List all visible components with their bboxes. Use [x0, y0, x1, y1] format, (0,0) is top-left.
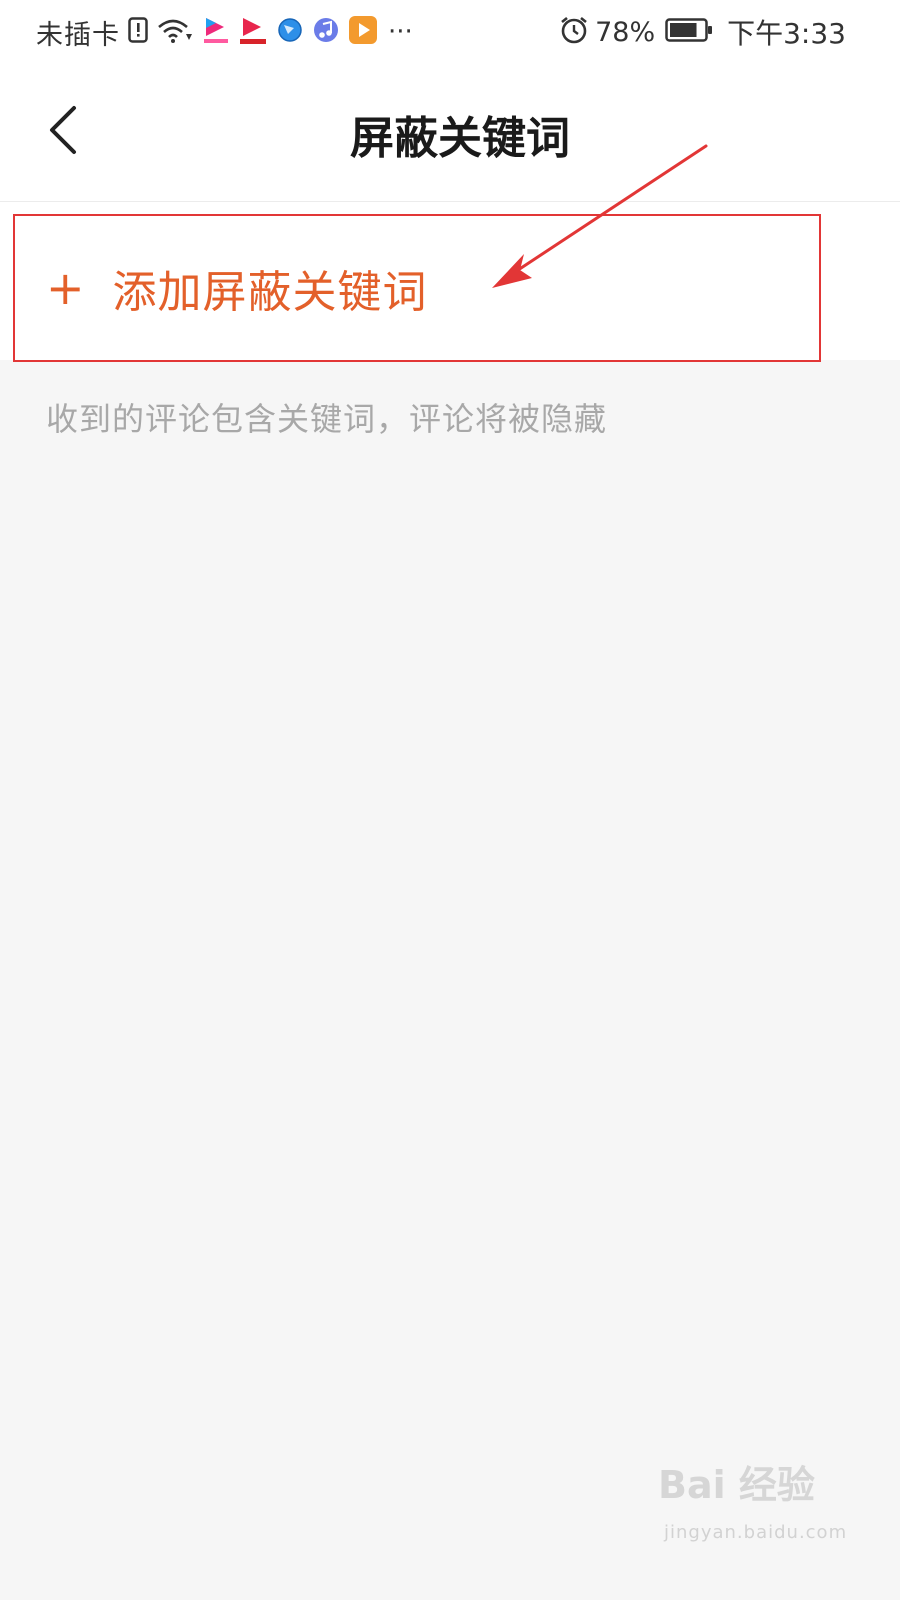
- status-bar: 未插卡 ··· 78% 下午3:33: [0, 0, 900, 64]
- video-app-icon: [238, 15, 268, 49]
- more-notifications-icon: ···: [388, 17, 413, 47]
- add-keyword-row: + 添加屏蔽关键词: [0, 202, 900, 360]
- battery-icon: [665, 17, 713, 47]
- nav-bar: 屏蔽关键词: [0, 64, 900, 202]
- status-bar-left: 未插卡 ···: [36, 12, 413, 52]
- watermark-url: jingyan.baidu.com: [664, 1522, 848, 1543]
- plus-icon: +: [46, 261, 85, 315]
- hint-text: 收到的评论包含关键词，评论将被隐藏: [46, 400, 608, 438]
- wifi-icon: [156, 16, 194, 48]
- music-app-icon: [312, 16, 340, 48]
- baidu-watermark: Bai 经验 jingyan.baidu.com: [658, 1454, 846, 1564]
- sim-alert-icon: [128, 17, 148, 47]
- browser-app-icon: [276, 16, 304, 48]
- carrier-label: 未插卡: [36, 19, 120, 51]
- watermark-logo: Bai 经验: [658, 1463, 815, 1507]
- status-bar-right: 78% 下午3:33: [551, 12, 846, 52]
- youku-app-icon: [202, 15, 230, 49]
- page-title: 屏蔽关键词: [350, 113, 570, 164]
- add-keyword-label: 添加屏蔽关键词: [112, 267, 428, 318]
- clock-time: 下午3:33: [727, 17, 846, 50]
- player-app-icon: [348, 15, 378, 49]
- battery-level-fill: [670, 23, 697, 37]
- alarm-icon: [559, 15, 589, 49]
- battery-percent: 78%: [595, 16, 656, 48]
- add-keyword-button[interactable]: + 添加屏蔽关键词: [46, 258, 428, 318]
